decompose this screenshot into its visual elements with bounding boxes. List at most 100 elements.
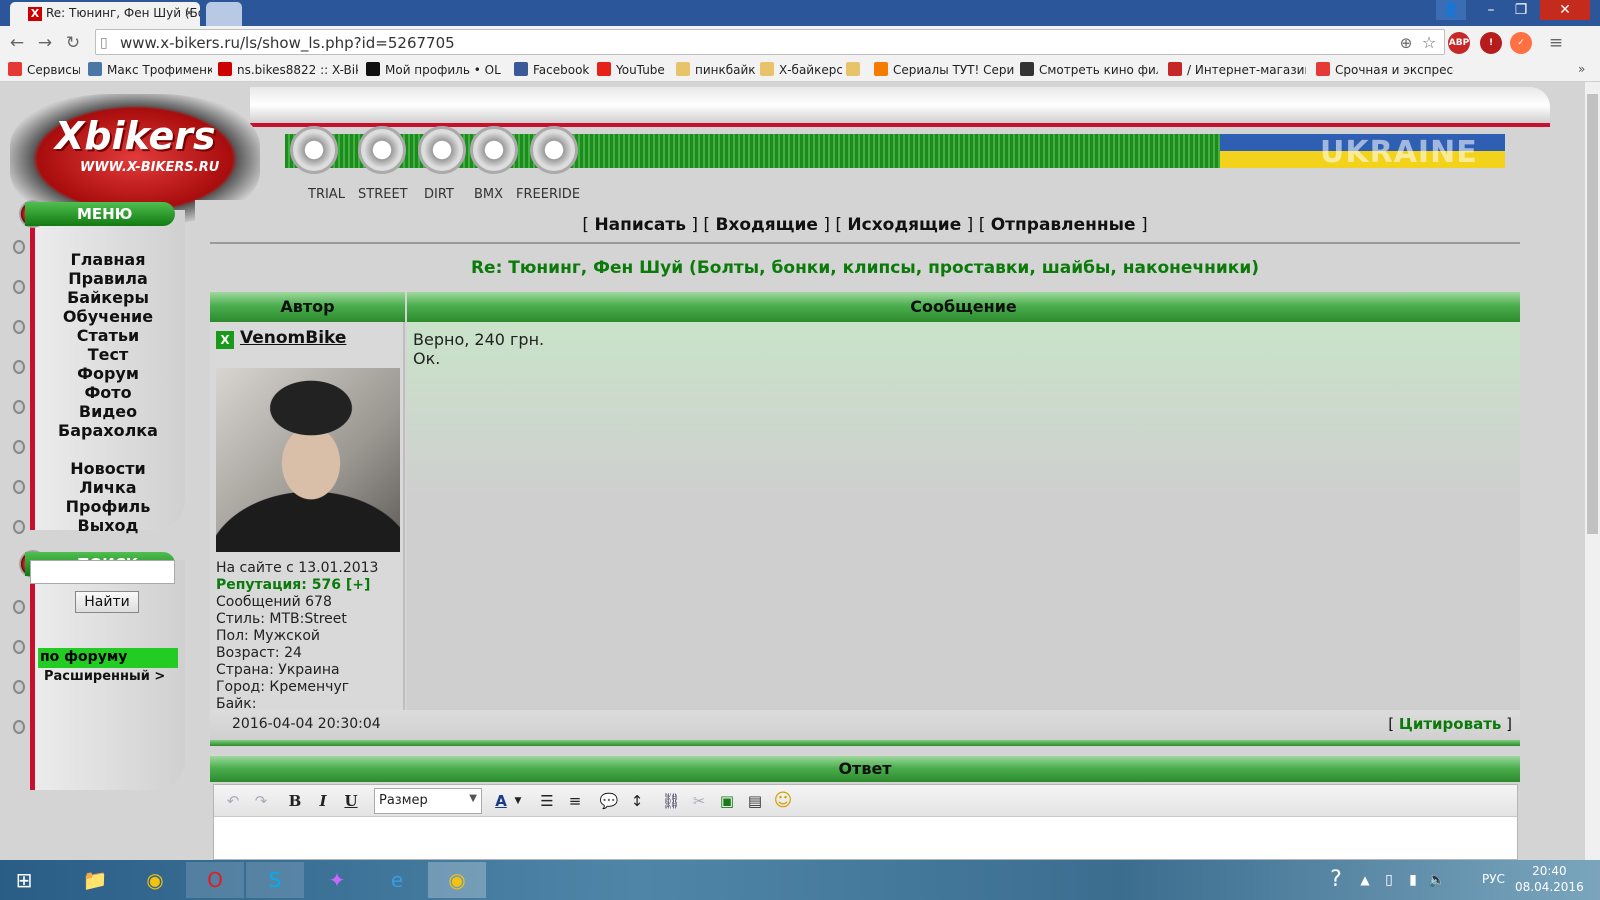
zoom-icon[interactable]: ⊕ [1395,32,1417,54]
image-icon[interactable]: ▣ [714,788,740,814]
bullet-list-icon[interactable]: ☰ [534,788,560,814]
tray-expand-icon[interactable]: ▲ [1356,862,1374,898]
bookmark-serials[interactable]: Сериалы ТУТ! Сериа [874,62,1014,77]
author-name-link[interactable]: VenomBike [240,328,346,348]
volume-icon[interactable]: 🔈 [1426,862,1448,898]
bookmark-services[interactable]: Сервисы [8,62,80,77]
vk-icon [88,62,102,76]
scrollbar-thumb[interactable] [1587,94,1598,534]
menu-icon[interactable]: ≡ [1545,32,1567,54]
bookmark-olx[interactable]: Мой профиль • OLX [366,62,501,77]
chrome-active-icon[interactable]: ◉ [428,862,486,898]
opera-icon[interactable]: O [186,862,244,898]
bookmark-folder[interactable] [846,62,866,77]
forward-icon[interactable]: → [34,32,56,54]
quote-bubble-icon[interactable]: 💬 [596,788,622,814]
search-scope-select[interactable]: по форуму [38,648,178,668]
menu-item-pm[interactable]: Личка [33,478,183,497]
redo-icon[interactable]: ↷ [248,788,274,814]
smiley-icon[interactable]: ☺ [770,788,796,814]
menu-item-logout[interactable]: Выход [33,516,183,535]
chrome-icon[interactable]: ◉ [126,862,184,898]
browser-tab-active[interactable]: X Re: Тюнинг, Фен Шуй (Бо ✕ [10,2,200,26]
main-menu: Главная Правила Байкеры Обучение Статьи … [33,250,183,535]
sidebar: МЕНЮ Главная Правила Байкеры Обучение Ст… [5,200,190,800]
menu-item-video[interactable]: Видео [33,402,183,421]
media-app-icon[interactable]: ✦ [308,862,366,898]
menu-item-profile[interactable]: Профиль [33,497,183,516]
extension-alert-icon[interactable]: ! [1480,32,1502,54]
tab-close-icon[interactable]: ✕ [184,6,194,20]
editor-toolbar: ↶ ↷ B I U Размер ▼ A ▼ ☰ ≡ 💬 ↕ ⛓ ✂ ▣ ▤ ☺ [214,785,1517,817]
adblock-icon[interactable]: ABP [1448,32,1470,54]
file-explorer-icon[interactable]: 📁 [66,862,124,898]
menu-item-news[interactable]: Новости [33,459,183,478]
profile-icon[interactable]: 👤 [1436,0,1466,20]
skype-icon[interactable]: S [246,862,304,898]
pm-outbox-link[interactable]: Исходящие [847,215,961,235]
author-reputation[interactable]: Репутация: 576 [+] [216,577,370,593]
font-size-select[interactable]: Размер ▼ [374,788,482,814]
menu-item-learning[interactable]: Обучение [33,307,183,326]
url-input[interactable]: www.x-bikers.ru/ls/show_ls.php?id=526770… [95,29,1445,55]
freeride-rider-icon [530,126,578,174]
menu-item-photo[interactable]: Фото [33,383,183,402]
menu-item-bikers[interactable]: Байкеры [33,288,183,307]
bold-icon[interactable]: B [282,788,308,814]
line-spacing-icon[interactable]: ↕ [624,788,650,814]
author-avatar[interactable] [216,368,400,552]
menu-item-articles[interactable]: Статьи [33,326,183,345]
unlink-icon[interactable]: ✂ [686,788,712,814]
bookmark-shop[interactable]: / Интернет-магазин [1168,62,1306,77]
bookmark-vk[interactable]: Макс Трофименко [88,62,212,77]
pm-inbox-link[interactable]: Входящие [715,215,817,235]
close-window-icon[interactable]: ✕ [1540,0,1590,20]
bookmark-star-icon[interactable]: ☆ [1418,32,1440,54]
bookmark-facebook[interactable]: Facebook [514,62,594,77]
undo-icon[interactable]: ↶ [220,788,246,814]
bookmark-express[interactable]: Срочная и экспресс [1316,62,1454,77]
divider [210,242,1520,244]
more-bookmarks-icon[interactable]: » [1578,62,1592,76]
pm-sent-link[interactable]: Отправленные [991,215,1136,235]
quote-link[interactable]: Цитировать [1399,715,1501,733]
italic-icon[interactable]: I [310,788,336,814]
bookmark-kino[interactable]: Смотреть кино филь [1020,62,1158,77]
reload-icon[interactable]: ↻ [62,32,84,54]
new-tab-button[interactable] [206,2,242,26]
link-icon[interactable]: ⛓ [658,788,684,814]
advanced-search-link[interactable]: Расширенный > [44,669,165,684]
device-icon[interactable]: ▯ [1378,862,1400,898]
menu-item-home[interactable]: Главная [33,250,183,269]
message-table: Автор Сообщение X VenomBike На сайте с 1… [210,292,1520,746]
extension-check-icon[interactable]: ✓ [1510,32,1532,54]
color-dropdown-icon[interactable]: ▼ [512,788,524,814]
internet-explorer-icon[interactable]: e [368,862,426,898]
menu-item-rules[interactable]: Правила [33,269,183,288]
start-icon[interactable]: ⊞ [0,862,48,898]
network-icon[interactable]: ▮ [1402,862,1424,898]
pm-write-link[interactable]: Написать [594,215,686,235]
numbered-list-icon[interactable]: ≡ [562,788,588,814]
bookmark-xbikers-folder[interactable]: Х-байкерс [760,62,842,77]
chain-link-icon [13,400,25,414]
page-scrollbar[interactable] [1585,82,1600,860]
video-icon[interactable]: ▤ [742,788,768,814]
bookmark-pinkbike[interactable]: пинкбайк [676,62,758,77]
menu-item-test[interactable]: Тест [33,345,183,364]
underline-icon[interactable]: U [338,788,364,814]
search-input[interactable] [30,560,175,584]
bookmark-youtube[interactable]: YouTube [597,62,672,77]
menu-item-market[interactable]: Барахолка [33,421,183,440]
chain-link-icon [13,520,25,534]
bookmark-xbikers[interactable]: ns.bikes8822 :: X-Bike [218,62,358,77]
text-color-icon[interactable]: A [488,788,514,814]
input-language[interactable]: РУС [1482,872,1505,886]
minimize-icon[interactable]: – [1476,0,1506,20]
menu-item-forum[interactable]: Форум [33,364,183,383]
back-icon[interactable]: ← [6,32,28,54]
search-button[interactable]: Найти [75,591,139,613]
maximize-icon[interactable]: ❐ [1506,0,1536,20]
system-clock[interactable]: 20:40 08.04.2016 [1515,863,1584,895]
help-icon[interactable]: ? [1318,862,1354,898]
